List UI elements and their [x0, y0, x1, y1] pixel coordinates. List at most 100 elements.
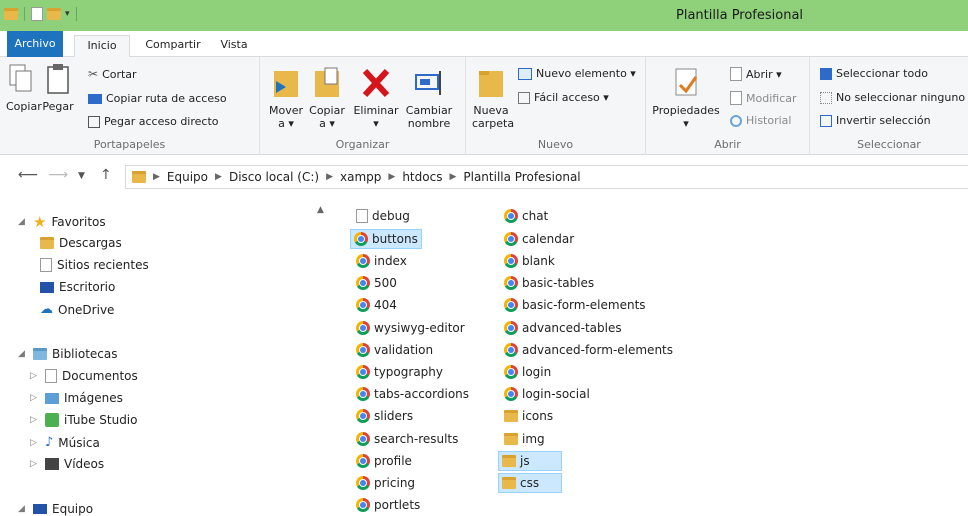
- select-none-button[interactable]: No seleccionar ninguno: [820, 91, 965, 104]
- new-folder-label: Nueva: [473, 104, 509, 117]
- delete-button[interactable]: Eliminar ▾: [352, 65, 400, 130]
- select-none-icon: [820, 91, 832, 104]
- properties-icon[interactable]: [31, 7, 43, 21]
- file-item[interactable]: tabs-accordions: [353, 384, 472, 404]
- tab-inicio[interactable]: Inicio: [74, 35, 130, 58]
- file-item[interactable]: login: [501, 362, 554, 382]
- collapse-icon[interactable]: ▷: [30, 459, 40, 469]
- customize-toolbar-icon[interactable]: ▾: [65, 9, 70, 19]
- tab-archivo[interactable]: Archivo: [7, 31, 63, 57]
- nav-imagenes[interactable]: ▷ Imágenes: [30, 391, 123, 405]
- cloud-icon: ☁: [40, 302, 53, 317]
- copy-path-label: Copiar ruta de acceso: [106, 92, 227, 105]
- file-item[interactable]: advanced-form-elements: [501, 340, 676, 360]
- copy-button[interactable]: Copiar: [6, 63, 42, 113]
- nav-sitios-recientes[interactable]: Sitios recientes: [40, 258, 149, 272]
- expand-icon[interactable]: ◢: [18, 217, 28, 227]
- file-item[interactable]: pricing: [353, 473, 418, 493]
- nav-onedrive[interactable]: ☁ OneDrive: [40, 302, 114, 317]
- chevron-right-icon[interactable]: ▶: [153, 172, 160, 182]
- file-item[interactable]: blank: [501, 251, 558, 271]
- file-item[interactable]: search-results: [353, 429, 461, 449]
- chevron-right-icon[interactable]: ▶: [215, 172, 222, 182]
- file-item[interactable]: index: [353, 251, 410, 271]
- new-folder-button[interactable]: Nueva carpeta: [472, 65, 514, 130]
- cut-button[interactable]: ✂ Cortar: [88, 67, 137, 81]
- breadcrumb-xampp[interactable]: xampp: [340, 170, 381, 184]
- history-button[interactable]: Historial: [730, 114, 791, 127]
- nav-favoritos[interactable]: ◢ ★ Favoritos: [18, 213, 106, 231]
- file-item[interactable]: basic-form-elements: [501, 295, 649, 315]
- forward-icon[interactable]: ⟶: [48, 167, 68, 183]
- file-item-selected[interactable]: buttons: [350, 229, 422, 249]
- delete-label: Eliminar: [353, 104, 399, 117]
- file-item[interactable]: img: [501, 429, 548, 449]
- properties-button[interactable]: Propiedades ▾: [652, 65, 720, 130]
- chevron-right-icon[interactable]: ▶: [326, 172, 333, 182]
- copy-to-button[interactable]: Copiar a ▾: [308, 65, 346, 130]
- file-item[interactable]: portlets: [353, 495, 423, 515]
- file-name: pricing: [374, 476, 416, 490]
- expand-icon[interactable]: ◢: [18, 349, 28, 359]
- breadcrumb-equipo[interactable]: Equipo: [167, 170, 208, 184]
- file-item[interactable]: validation: [353, 340, 436, 360]
- new-item-button[interactable]: Nuevo elemento ▾: [518, 67, 636, 80]
- file-item[interactable]: login-social: [501, 384, 593, 404]
- nav-descargas[interactable]: Descargas: [40, 236, 122, 250]
- file-name: basic-tables: [522, 276, 595, 290]
- file-item[interactable]: profile: [353, 451, 415, 471]
- nav-musica[interactable]: ▷ ♪ Música: [30, 435, 100, 450]
- easy-access-button[interactable]: Fácil acceso ▾: [518, 91, 609, 104]
- breadcrumb-plantilla-profesional[interactable]: Plantilla Profesional: [463, 170, 580, 184]
- breadcrumb-htdocs[interactable]: htdocs: [402, 170, 442, 184]
- file-item-selected[interactable]: css: [498, 473, 562, 493]
- file-name: chat: [522, 209, 549, 223]
- file-item[interactable]: icons: [501, 406, 556, 426]
- file-item[interactable]: sliders: [353, 406, 416, 426]
- back-icon[interactable]: ⟵: [18, 167, 38, 183]
- paste-shortcut-label: Pegar acceso directo: [104, 115, 219, 128]
- paste-shortcut-button[interactable]: Pegar acceso directo: [88, 115, 219, 128]
- chevron-right-icon[interactable]: ▶: [388, 172, 395, 182]
- file-item[interactable]: typography: [353, 362, 446, 382]
- invert-selection-button[interactable]: Invertir selección: [820, 114, 931, 127]
- edit-button[interactable]: Modificar: [730, 91, 797, 105]
- breadcrumb-disco-local[interactable]: Disco local (C:): [229, 170, 319, 184]
- file-item[interactable]: debug: [353, 206, 413, 226]
- tab-vista[interactable]: Vista: [214, 35, 254, 57]
- scroll-up-icon[interactable]: ▲: [317, 205, 324, 215]
- nav-escritorio[interactable]: Escritorio: [40, 280, 115, 294]
- file-item-selected[interactable]: js: [498, 451, 562, 471]
- tab-compartir[interactable]: Compartir: [140, 35, 206, 57]
- select-all-button[interactable]: Seleccionar todo: [820, 67, 928, 80]
- collapse-icon[interactable]: ▷: [30, 415, 40, 425]
- up-icon[interactable]: ↑: [100, 167, 112, 183]
- chrome-icon: [504, 232, 518, 246]
- open-button[interactable]: Abrir ▾: [730, 67, 782, 81]
- paste-button[interactable]: Pegar: [42, 63, 74, 113]
- collapse-icon[interactable]: ▷: [30, 371, 40, 381]
- nav-equipo[interactable]: ◢ Equipo: [18, 502, 93, 516]
- move-to-button[interactable]: Mover a ▾: [266, 65, 306, 130]
- chevron-right-icon[interactable]: ▶: [449, 172, 456, 182]
- rename-button[interactable]: Cambiar nombre: [402, 65, 456, 130]
- file-item[interactable]: advanced-tables: [501, 318, 625, 338]
- new-folder-icon[interactable]: [47, 8, 61, 20]
- nav-videos[interactable]: ▷ Vídeos: [30, 457, 104, 471]
- nav-bibliotecas[interactable]: ◢ Bibliotecas: [18, 347, 117, 361]
- file-item[interactable]: chat: [501, 206, 551, 226]
- collapse-icon[interactable]: ▷: [30, 438, 40, 448]
- file-item[interactable]: wysiwyg-editor: [353, 318, 468, 338]
- recent-locations-icon[interactable]: ▼: [78, 171, 85, 181]
- file-item[interactable]: basic-tables: [501, 273, 597, 293]
- nav-itube-studio[interactable]: ▷ iTube Studio: [30, 413, 137, 427]
- file-name: index: [374, 254, 407, 268]
- file-item[interactable]: 500: [353, 273, 400, 293]
- file-item[interactable]: calendar: [501, 229, 577, 249]
- address-bar[interactable]: ▶ Equipo ▶ Disco local (C:) ▶ xampp ▶ ht…: [125, 165, 968, 189]
- file-item[interactable]: 404: [353, 295, 400, 315]
- nav-documentos[interactable]: ▷ Documentos: [30, 369, 138, 383]
- copy-path-button[interactable]: Copiar ruta de acceso: [88, 92, 227, 105]
- file-name: portlets: [374, 498, 421, 512]
- collapse-icon[interactable]: ▷: [30, 393, 40, 403]
